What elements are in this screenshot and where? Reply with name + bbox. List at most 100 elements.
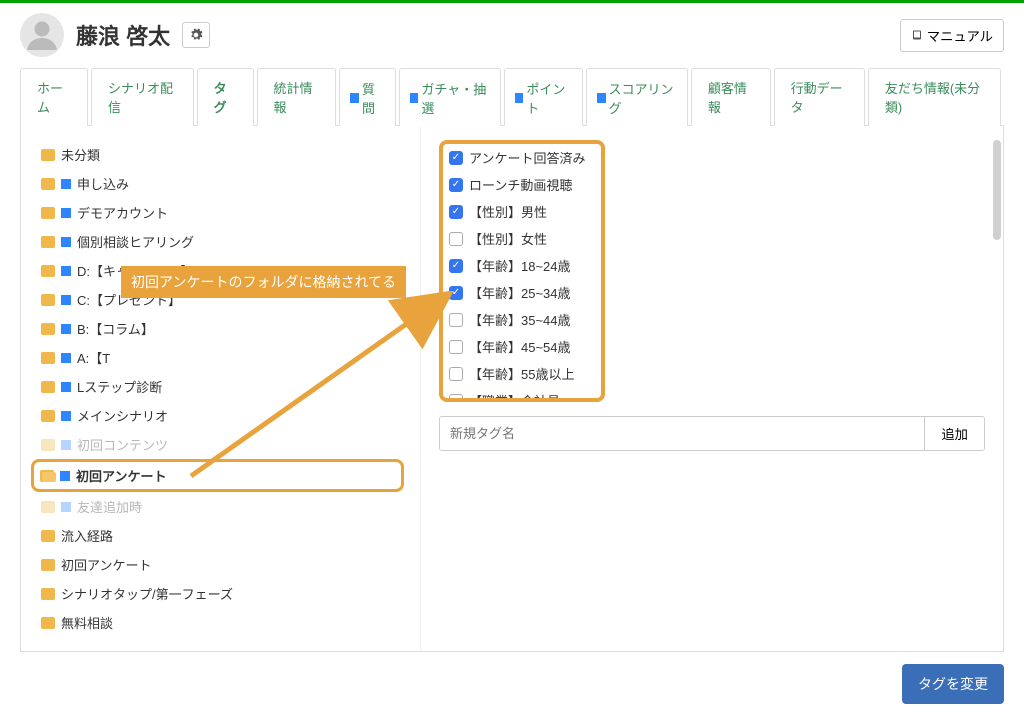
checkbox[interactable] (449, 394, 463, 403)
folder-label: Lステップ診断 (77, 377, 162, 396)
new-tag-input[interactable] (440, 417, 924, 450)
folder-label: 未分類 (61, 145, 100, 164)
tab-4[interactable]: 質問 (339, 68, 395, 126)
tab-9[interactable]: 行動データ (774, 68, 865, 126)
folder-icon (41, 236, 55, 248)
panel: 未分類申し込みデモアカウント個別相談ヒアリングD:【キャンペーン】C:【プレゼン… (20, 126, 1004, 652)
tag-label: 【年齢】18~24歳 (469, 256, 571, 275)
folder-icon (41, 559, 55, 571)
folder-label: 申し込み (77, 174, 129, 193)
tag-label: 【年齢】25~34歳 (469, 283, 571, 302)
folder-icon (41, 265, 55, 277)
folder-item[interactable]: 無料相談 (37, 608, 404, 637)
checkbox[interactable] (449, 367, 463, 381)
annotation-bubble: 初回アンケートのフォルダに格納されてる (121, 266, 406, 298)
tab-1[interactable]: シナリオ配信 (91, 68, 194, 126)
tag-item[interactable]: 【年齢】45~54歳 (449, 333, 595, 360)
tab-3[interactable]: 統計情報 (257, 68, 337, 126)
folder-item[interactable]: デモアカウント (37, 198, 404, 227)
tab-square-icon (515, 93, 524, 103)
tag-item[interactable]: 【年齢】55歳以上 (449, 360, 595, 387)
tag-item[interactable]: ✓ローンチ動画視聴 (449, 171, 595, 198)
blue-square-icon (61, 324, 71, 334)
blue-square-icon (61, 440, 71, 450)
folder-item[interactable]: 初回アンケート (31, 459, 404, 492)
manual-button[interactable]: マニュアル (900, 19, 1004, 52)
tag-panel: ✓アンケート回答済み✓ローンチ動画視聴✓【性別】男性【性別】女性 ✓ 【年齢】18~… (421, 126, 1003, 651)
tab-8[interactable]: 顧客情報 (691, 68, 771, 126)
tabs: ホームシナリオ配信タグ統計情報質問ガチャ・抽選ポイントスコアリング顧客情報行動デ… (20, 67, 1004, 126)
checkbox[interactable] (449, 232, 463, 246)
folder-item[interactable]: A:【T (37, 343, 404, 372)
folder-label: 流入経路 (61, 526, 113, 545)
checkbox[interactable]: ✓ (449, 286, 463, 300)
checkbox[interactable]: ✓ (449, 259, 463, 273)
folder-icon (41, 352, 55, 364)
folder-label: 個別相談ヒアリング (77, 232, 194, 251)
blue-square-icon (61, 237, 71, 247)
folder-icon (41, 207, 55, 219)
checkbox[interactable]: ✓ (449, 178, 463, 192)
tag-item[interactable]: ✓ 【年齢】25~34歳 (449, 279, 595, 306)
blue-square-icon (61, 266, 71, 276)
blue-square-icon (61, 179, 71, 189)
tab-5[interactable]: ガチャ・抽選 (399, 68, 501, 126)
folder-label: 初回アンケート (76, 466, 166, 485)
folder-item[interactable]: 友達追加時 (37, 492, 404, 521)
folder-label: シナリオタップ/第一フェーズ (61, 584, 233, 603)
tag-item[interactable]: 【年齢】35~44歳 (449, 306, 595, 333)
folder-item[interactable]: 申し込み (37, 169, 404, 198)
blue-square-icon (61, 382, 71, 392)
blue-square-icon (60, 471, 70, 481)
tag-item[interactable]: 【職業】会社員 (449, 387, 595, 402)
tag-item[interactable]: ✓ 【年齢】18~24歳 (449, 252, 595, 279)
tab-square-icon (350, 93, 359, 103)
checkbox[interactable] (449, 313, 463, 327)
settings-button[interactable] (182, 22, 210, 48)
tag-label: 【性別】女性 (469, 229, 547, 248)
folder-icon (41, 530, 55, 542)
folder-icon (41, 439, 55, 451)
tab-0[interactable]: ホーム (20, 68, 88, 126)
tag-label: 【年齢】35~44歳 (469, 310, 571, 329)
blue-square-icon (61, 353, 71, 363)
save-tags-button[interactable]: タグを変更 (902, 664, 1004, 704)
user-icon (24, 17, 60, 53)
header: 藤浪 啓太 マニュアル (20, 13, 1004, 57)
blue-square-icon (61, 411, 71, 421)
folder-item[interactable]: Lステップ診断 (37, 372, 404, 401)
tag-item[interactable]: ✓【性別】男性 (449, 198, 595, 225)
folder-item[interactable]: シナリオタップ/第一フェーズ (37, 579, 404, 608)
tab-10[interactable]: 友だち情報(未分類) (868, 68, 1001, 126)
folder-item[interactable]: 未分類 (37, 140, 404, 169)
add-tag-button[interactable]: 追加 (924, 417, 984, 450)
tag-item[interactable]: 【性別】女性 (449, 225, 595, 252)
scrollbar[interactable] (993, 140, 1001, 240)
checkbox[interactable]: ✓ (449, 205, 463, 219)
folder-label: 友達追加時 (77, 497, 142, 516)
folder-item[interactable]: 個別相談ヒアリング (37, 227, 404, 256)
folder-icon (41, 410, 55, 422)
folder-label: 無料相談 (61, 613, 113, 632)
folder-label: デモアカウント (77, 203, 168, 222)
folder-icon (41, 381, 55, 393)
checkbox[interactable]: ✓ (449, 151, 463, 165)
folder-icon (41, 323, 55, 335)
folder-item[interactable]: 初回コンテンツ (37, 430, 404, 459)
folder-icon (41, 178, 55, 190)
tag-label: 【年齢】55歳以上 (469, 364, 574, 383)
folder-item[interactable]: 流入経路 (37, 521, 404, 550)
tag-label: 【職業】会社員 (469, 391, 560, 402)
tag-item[interactable]: ✓アンケート回答済み (449, 144, 595, 171)
tab-2[interactable]: タグ (197, 68, 254, 126)
folder-item[interactable]: 初回アンケート (37, 550, 404, 579)
folder-icon (41, 149, 55, 161)
folder-icon (41, 588, 55, 600)
folder-panel: 未分類申し込みデモアカウント個別相談ヒアリングD:【キャンペーン】C:【プレゼン… (21, 126, 421, 651)
tab-7[interactable]: スコアリング (586, 68, 688, 126)
blue-square-icon (61, 502, 71, 512)
folder-item[interactable]: B:【コラム】 (37, 314, 404, 343)
checkbox[interactable] (449, 340, 463, 354)
folder-item[interactable]: メインシナリオ (37, 401, 404, 430)
tab-6[interactable]: ポイント (504, 68, 583, 126)
